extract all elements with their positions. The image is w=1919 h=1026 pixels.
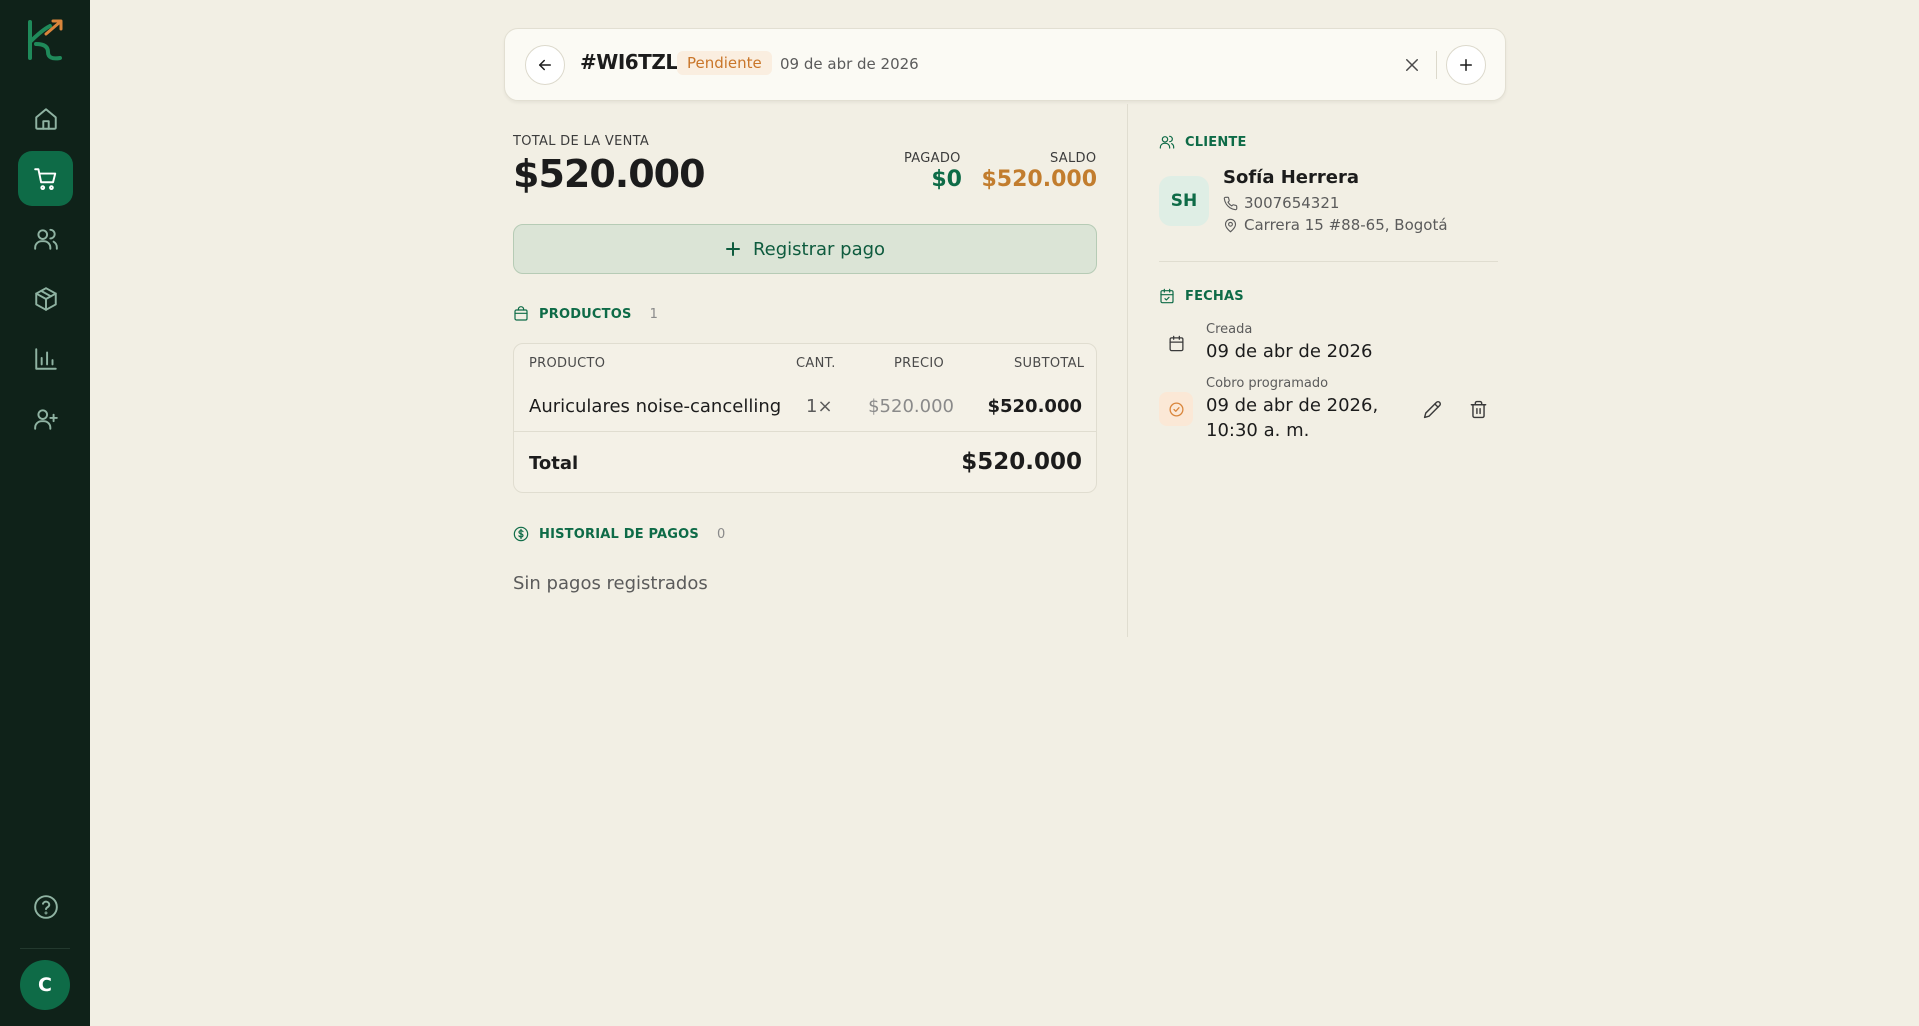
- scheduled-time: 10:30 a. m.: [1206, 420, 1310, 441]
- nav-clients[interactable]: [18, 211, 73, 266]
- total-label: TOTAL DE LA VENTA: [513, 134, 650, 149]
- column-divider: [1127, 104, 1128, 637]
- col-header-price: PRECIO: [894, 356, 945, 371]
- dollar-circle-icon: [513, 526, 529, 542]
- nav-sales[interactable]: [18, 151, 73, 206]
- check-circle-icon: [1168, 401, 1184, 417]
- paid-amount: $0: [931, 167, 962, 192]
- bag-icon: [514, 306, 528, 321]
- status-badge: Pendiente: [677, 51, 772, 75]
- phone-icon: [1223, 196, 1238, 210]
- user-avatar[interactable]: C: [20, 960, 70, 1010]
- total-amount: $520.000: [513, 152, 706, 196]
- dates-title: FECHAS: [1185, 288, 1244, 304]
- cell-qty: 1×: [806, 396, 833, 417]
- scheduled-date: 09 de abr de 2026,: [1206, 395, 1379, 416]
- register-payment-button[interactable]: Registrar pago: [513, 224, 1097, 274]
- client-avatar: SH: [1159, 176, 1209, 226]
- nav-team[interactable]: [18, 391, 73, 446]
- cell-product: Auriculares noise-cancelling: [529, 396, 782, 417]
- balance-label: SALDO: [1050, 151, 1097, 166]
- client-phone-row[interactable]: 3007654321: [1223, 194, 1339, 212]
- close-icon: [1406, 59, 1418, 71]
- calendar-check-icon: [1160, 288, 1174, 304]
- client-phone: 3007654321: [1244, 194, 1340, 212]
- close-button[interactable]: [1398, 51, 1426, 79]
- table-total-label: Total: [529, 453, 579, 474]
- client-address-row: Carrera 15 #88-65, Bogotá: [1223, 216, 1448, 234]
- nav-home[interactable]: [18, 91, 73, 146]
- client-title: CLIENTE: [1185, 134, 1247, 150]
- users-icon: [33, 228, 58, 250]
- table-total-amount: $520.000: [961, 449, 1082, 475]
- plus-icon: [725, 242, 740, 256]
- cell-subtotal: $520.000: [987, 396, 1082, 417]
- nav-products[interactable]: [18, 271, 73, 326]
- scheduled-label: Cobro programado: [1206, 376, 1329, 391]
- help-icon: [33, 894, 58, 919]
- products-title: PRODUCTOS: [539, 306, 632, 322]
- payments-title: HISTORIAL DE PAGOS: [539, 526, 699, 542]
- arrow-left-icon: [539, 59, 551, 71]
- user-plus-icon: [33, 408, 58, 430]
- products-section-title: PRODUCTOS 1: [513, 306, 658, 322]
- register-payment-label: Registrar pago: [752, 238, 886, 260]
- scheduled-icon-wrap: [1159, 392, 1193, 426]
- nav-help[interactable]: [18, 879, 73, 934]
- users-icon: [1159, 135, 1175, 149]
- map-pin-icon: [1224, 218, 1237, 232]
- sidebar: C: [0, 0, 90, 1026]
- app-logo[interactable]: [24, 18, 66, 62]
- products-count: 1: [649, 306, 659, 322]
- products-table: PRODUCTO CANT. PRECIO SUBTOTAL Auricular…: [513, 343, 1097, 493]
- client-name[interactable]: Sofía Herrera: [1223, 167, 1359, 188]
- trash-icon: [1470, 400, 1486, 418]
- payments-section-title: HISTORIAL DE PAGOS 0: [513, 526, 725, 542]
- plus-icon: [1460, 59, 1472, 71]
- client-address: Carrera 15 #88-65, Bogotá: [1244, 216, 1448, 234]
- order-id: #WI6TZL: [580, 50, 678, 74]
- payments-empty-state: Sin pagos registrados: [513, 573, 708, 594]
- created-date: 09 de abr de 2026: [1206, 341, 1373, 362]
- sale-header: #WI6TZL Pendiente 09 de abr de 2026: [504, 28, 1506, 101]
- payments-count: 0: [717, 526, 726, 542]
- header-separator: [1436, 51, 1437, 79]
- row-divider: [514, 431, 1096, 432]
- client-section-title: CLIENTE: [1159, 134, 1247, 150]
- col-header-qty: CANT.: [796, 356, 836, 371]
- created-label: Creada: [1206, 322, 1253, 337]
- balance-amount: $520.000: [981, 167, 1097, 192]
- created-date-icon-wrap: [1159, 326, 1193, 360]
- back-button[interactable]: [525, 45, 565, 85]
- chart-icon: [34, 347, 57, 370]
- nav-reports[interactable]: [18, 331, 73, 386]
- dates-section-title: FECHAS: [1159, 288, 1244, 304]
- cart-icon: [33, 167, 56, 190]
- edit-schedule-button[interactable]: [1417, 394, 1447, 424]
- home-icon: [34, 107, 57, 130]
- box-icon: [34, 286, 57, 311]
- col-header-subtotal: SUBTOTAL: [1014, 356, 1085, 371]
- new-sale-button[interactable]: [1446, 45, 1486, 85]
- paid-label: PAGADO: [904, 151, 961, 166]
- sidebar-divider: [20, 948, 70, 949]
- pencil-icon: [1423, 400, 1441, 418]
- cell-price: $520.000: [868, 396, 954, 417]
- delete-schedule-button[interactable]: [1463, 394, 1493, 424]
- logo-icon: [28, 19, 63, 61]
- order-date: 09 de abr de 2026: [780, 55, 919, 73]
- col-header-product: PRODUCTO: [529, 356, 606, 371]
- right-divider: [1159, 261, 1498, 262]
- calendar-icon: [1168, 335, 1184, 351]
